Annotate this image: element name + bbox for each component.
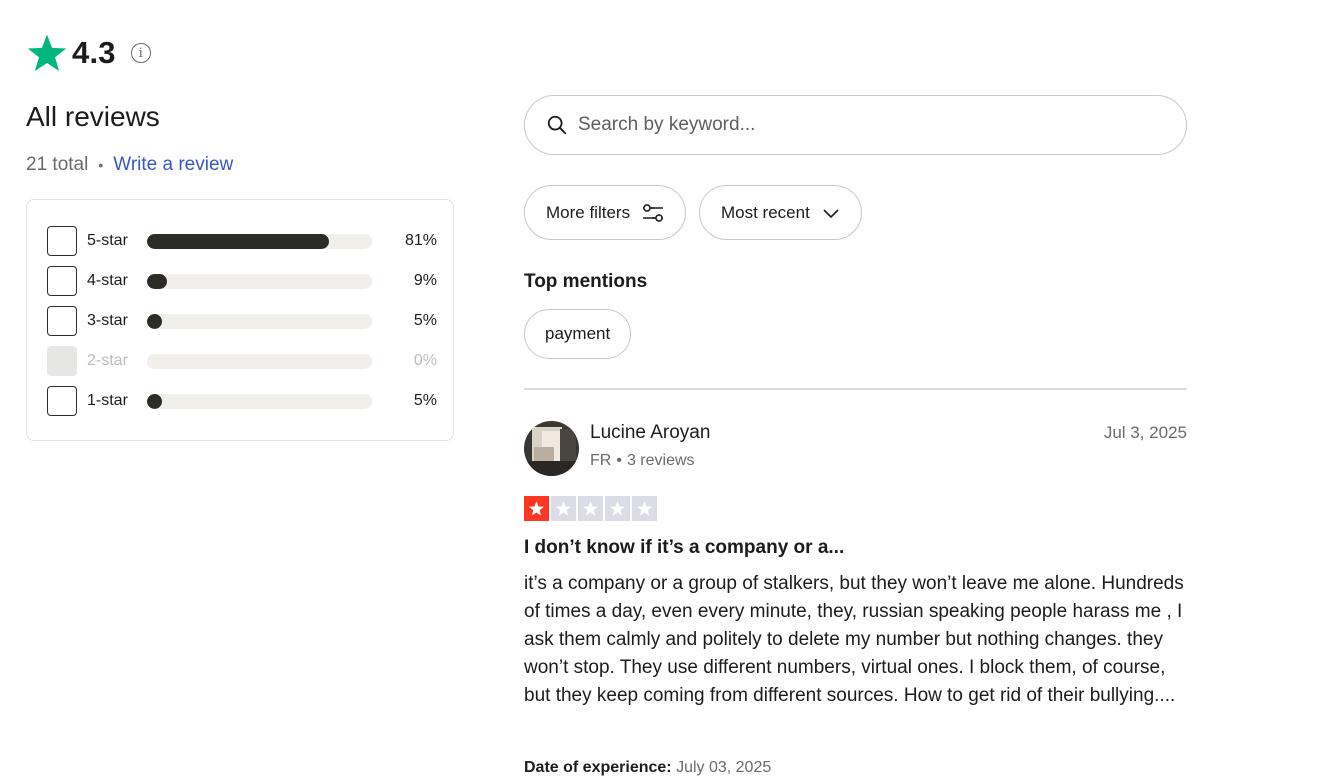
filter-checkbox-5-star[interactable] [47,226,77,256]
separator: • [616,452,622,469]
experience-label: Date of experience: [524,759,672,776]
review-date: Jul 3, 2025 [1103,423,1187,442]
distribution-bar [147,273,372,289]
distribution-row-4[interactable]: 4-star 9% [47,266,437,296]
distribution-bar-fill [147,233,330,249]
distribution-bar [147,353,372,369]
reviewer-name[interactable]: Lucine Aroyan [590,422,710,444]
search-icon [547,115,567,135]
review-headline[interactable]: I don’t know if it’s a company or a... [524,537,844,559]
page-title: All reviews [26,101,160,132]
more-filters-button[interactable]: More filters [524,185,687,240]
filter-checkbox-3-star[interactable] [47,306,77,336]
more-filters-label: More filters [546,202,631,222]
distribution-bar [147,313,372,329]
search-input[interactable] [578,114,1138,136]
sort-label: Most recent [721,202,810,222]
review-star-rating [524,496,657,521]
sliders-icon [643,203,664,222]
star-label: 3-star [87,312,128,329]
rating-distribution: 5-star 81% 4-star 9% 3-star 5% 2-star 0%… [26,199,454,441]
star-percent: 5% [413,392,437,409]
star-label: 2-star [87,352,128,369]
star-percent: 0% [413,352,437,369]
distribution-row-5[interactable]: 5-star 81% [47,226,437,256]
distribution-bar-fill [147,273,168,289]
distribution-row-2: 2-star 0% [47,346,437,376]
star-label: 5-star [87,232,128,249]
filter-checkbox-4-star[interactable] [47,266,77,296]
distribution-row-3[interactable]: 3-star 5% [47,306,437,336]
distribution-bar-fill [147,393,162,409]
sort-dropdown[interactable]: Most recent [699,185,862,240]
distribution-bar-fill [147,313,162,329]
total-count: 21 total [26,154,89,175]
filter-checkbox-2-star [47,346,77,376]
divider [524,388,1187,390]
experience-date: July 03, 2025 [676,759,772,776]
trustpilot-star-icon [27,34,67,72]
star-percent: 5% [413,312,437,329]
star-label: 4-star [87,272,128,289]
chevron-down-icon [823,208,839,218]
empty-star-icon [578,496,603,521]
write-review-link[interactable]: Write a review [113,154,233,176]
empty-star-icon [551,496,576,521]
filled-star-icon [524,496,549,521]
empty-star-icon [632,496,657,521]
star-percent: 9% [413,272,437,289]
rating-value: 4.3 [72,35,116,70]
top-mentions-title: Top mentions [524,271,648,292]
rating-header: 4.3 i [26,32,151,74]
filter-checkbox-1-star[interactable] [47,386,77,416]
star-label: 1-star [87,392,128,409]
search-box[interactable] [524,95,1187,155]
review-body: it’s a company or a group of stalkers, b… [524,573,1184,706]
distribution-bar [147,393,372,409]
distribution-row-1[interactable]: 1-star 5% [47,386,437,416]
reviewer-country: FR [590,452,612,469]
separator: • [98,157,104,173]
avatar[interactable] [524,421,579,476]
date-of-experience: Date of experience: July 03, 2025 [524,759,771,777]
distribution-bar [147,233,372,249]
star-percent: 81% [404,232,437,249]
empty-star-icon [605,496,630,521]
reviewer-review-count: 3 reviews [626,452,695,469]
review-summary: 21 total • Write a review [26,154,233,176]
reviewer-meta: FR • 3 reviews [590,452,695,470]
mention-chip-payment[interactable]: payment [524,309,632,359]
info-icon[interactable]: i [130,43,151,63]
